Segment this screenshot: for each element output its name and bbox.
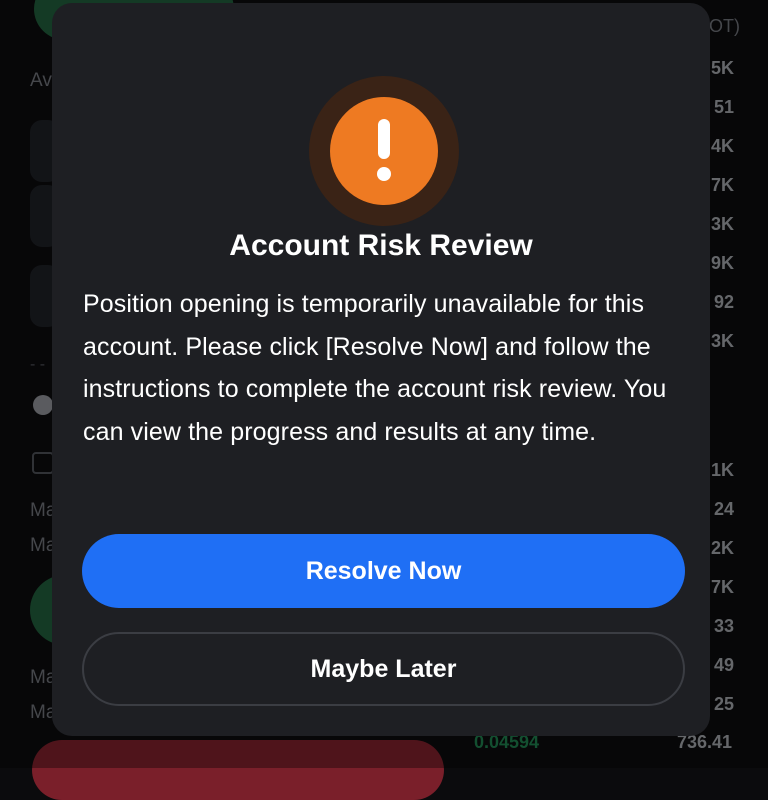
exclamation-bar xyxy=(378,119,390,159)
resolve-now-button[interactable]: Resolve Now xyxy=(82,534,685,608)
account-risk-review-dialog: Account Risk Review Position opening is … xyxy=(52,3,710,736)
exclamation-alert-icon xyxy=(330,97,438,205)
dialog-message: Position opening is temporarily unavaila… xyxy=(83,290,667,446)
alert-icon-halo xyxy=(309,76,459,226)
exclamation-dot xyxy=(377,167,391,181)
maybe-later-button[interactable]: Maybe Later xyxy=(82,632,685,706)
dialog-title: Account Risk Review xyxy=(229,229,533,262)
